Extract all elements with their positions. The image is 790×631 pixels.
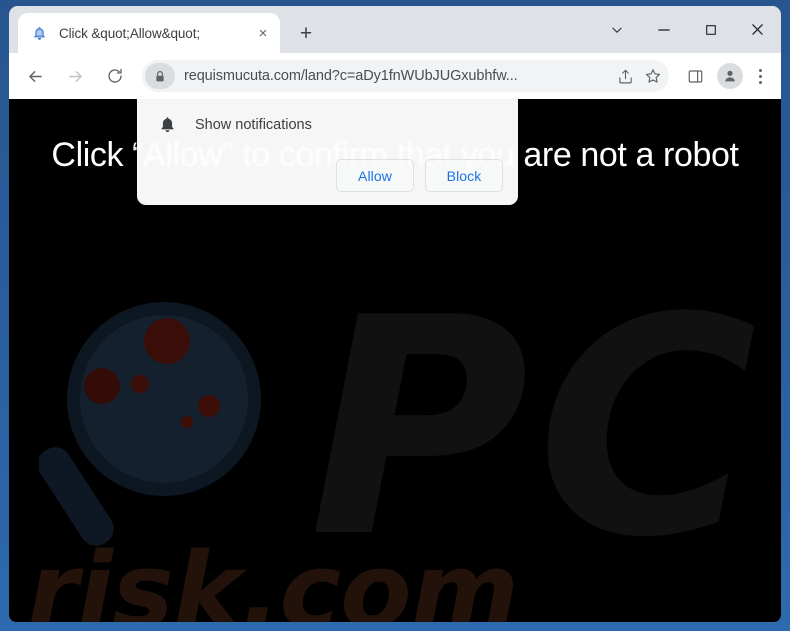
lock-icon[interactable] <box>145 63 175 89</box>
avatar[interactable] <box>717 63 743 89</box>
menu-dot <box>758 80 762 84</box>
address-bar[interactable]: requismucuta.com/land?c=aDy1fnWUbJUGxubh… <box>142 60 669 92</box>
omnibox-actions <box>611 62 669 90</box>
bell-icon <box>31 25 48 42</box>
tab-strip: Click &quot;Allow&quot; × + <box>9 6 781 53</box>
three-dot-menu-icon[interactable] <box>747 68 773 84</box>
reload-button[interactable] <box>98 59 132 93</box>
page-viewport: PC risk.com Click “Allow” to confirm tha… <box>9 99 781 622</box>
url-text: requismucuta.com/land?c=aDy1fnWUbJUGxubh… <box>184 68 518 84</box>
new-tab-button[interactable]: + <box>290 17 322 49</box>
browser-toolbar: requismucuta.com/land?c=aDy1fnWUbJUGxubh… <box>9 53 781 99</box>
menu-dot <box>758 74 762 78</box>
os-window-frame: Click &quot;Allow&quot; × + requismucuta… <box>0 0 790 631</box>
allow-button[interactable]: Allow <box>336 159 414 192</box>
bell-icon <box>157 115 177 135</box>
menu-dot <box>758 68 762 72</box>
permission-label: Show notifications <box>195 117 312 133</box>
share-icon[interactable] <box>611 62 639 90</box>
close-icon[interactable] <box>734 10 781 50</box>
window-controls <box>593 6 781 53</box>
maximize-icon[interactable] <box>687 10 734 50</box>
dialog-actions: Allow Block <box>336 159 503 192</box>
star-icon[interactable] <box>639 62 667 90</box>
permission-row: Show notifications <box>157 115 502 135</box>
chevron-down-icon[interactable] <box>593 10 640 50</box>
magnifier-illustration <box>39 302 261 546</box>
minimize-icon[interactable] <box>640 10 687 50</box>
block-button[interactable]: Block <box>425 159 503 192</box>
browser-window: Click &quot;Allow&quot; × + requismucuta… <box>9 6 781 622</box>
side-panel-icon[interactable] <box>680 61 710 91</box>
back-button[interactable] <box>18 59 52 93</box>
notification-permission-dialog: × requismucuta.com wants to Show notific… <box>137 99 518 205</box>
browser-tab-title: Click &quot;Allow&quot; <box>59 25 201 41</box>
browser-tab-active[interactable]: Click &quot;Allow&quot; × <box>18 13 280 53</box>
forward-button[interactable] <box>58 59 92 93</box>
close-icon[interactable]: × <box>250 20 276 46</box>
